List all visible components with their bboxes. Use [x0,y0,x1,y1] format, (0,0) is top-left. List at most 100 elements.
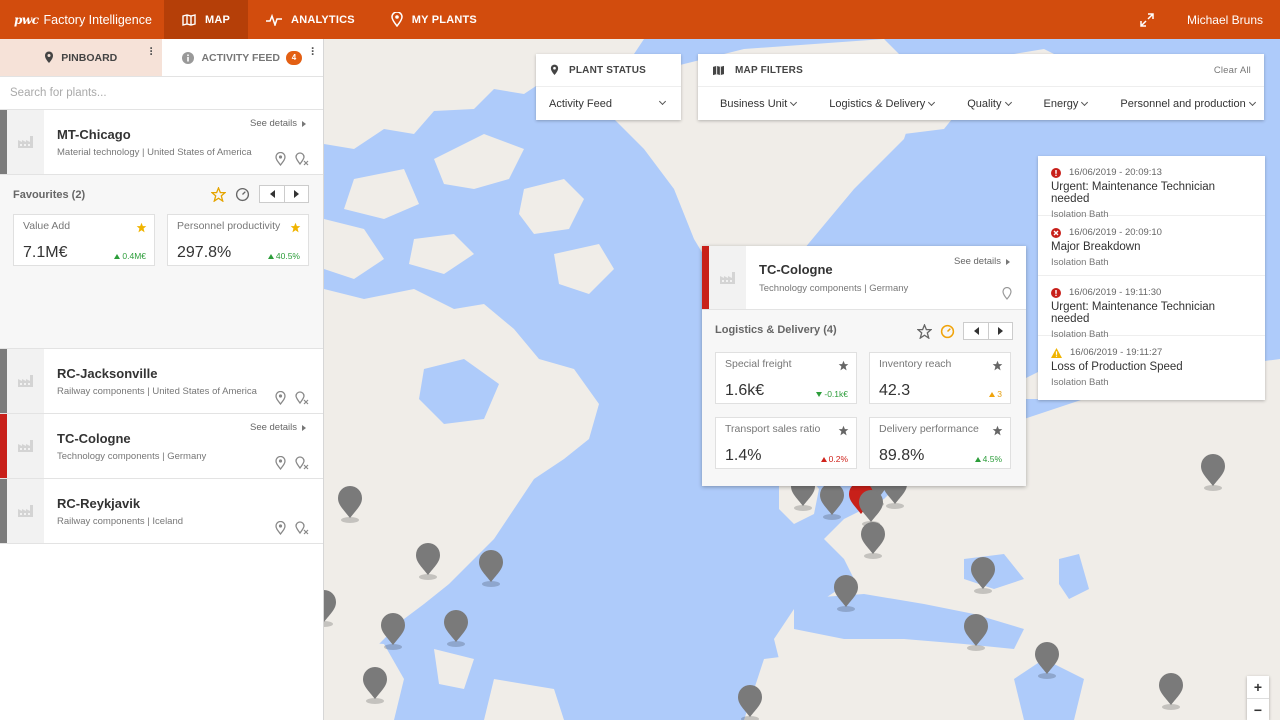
clear-all-button[interactable]: Clear All [1214,65,1251,76]
prev-button[interactable] [964,323,988,339]
see-details-link[interactable]: See details [250,118,306,129]
locate-pin-icon[interactable] [275,456,286,470]
kpi-card-transport-sales-ratio[interactable]: Transport sales ratio 1.4% 0.2% [715,417,857,469]
see-details-label: See details [953,256,1001,267]
locate-pin-icon[interactable] [275,391,286,405]
plant-search-input[interactable] [10,87,290,99]
trend-up-icon [989,391,996,397]
plant-item-rc-jacksonville[interactable]: RC-Jacksonville Railway components | Uni… [0,349,323,414]
user-name[interactable]: Michael Bruns [1187,13,1263,27]
kpi-card-special-freight[interactable]: Special freight 1.6k€ -0.1k€ [715,352,857,404]
factory-icon [709,246,746,309]
plant-popup-tc-cologne: TC-Cologne Technology components | Germa… [702,246,1026,486]
unpin-icon[interactable] [295,521,309,535]
gauge-icon[interactable] [235,187,250,202]
notifications-panel: 16/06/2019 - 20:09:13 Urgent: Maintenanc… [1038,156,1265,400]
plant-status-dropdown[interactable]: Activity Feed [536,87,681,120]
kpi-label: Transport sales ratio [725,423,821,435]
kpi-label: Inventory reach [879,358,952,370]
brand[interactable]: pwc Factory Intelligence [0,0,164,39]
star-filled-icon[interactable] [992,425,1003,436]
prev-button[interactable] [260,186,284,202]
kpi-delta: 3 [989,389,1002,399]
star-outline-icon[interactable] [211,186,226,202]
kpi-card-inventory-reach[interactable]: Inventory reach 42.3 3 [869,352,1011,404]
kpi-value: 42.3 [879,382,911,399]
filter-logistics-delivery[interactable]: Logistics & Delivery [829,98,936,110]
chevron-down-icon [790,98,798,106]
popup-plant-subtitle: Technology components | Germany [759,283,909,294]
zoom-out-button[interactable]: − [1247,698,1269,720]
plant-item-mt-chicago[interactable]: MT-Chicago Material technology | United … [0,110,323,175]
nav-analytics[interactable]: ANALYTICS [248,0,373,39]
star-filled-icon[interactable] [136,222,147,233]
plant-item-tc-cologne[interactable]: TC-Cologne Technology components | Germa… [0,414,323,479]
pulse-icon [266,13,283,26]
next-button[interactable] [988,323,1012,339]
favourites-pager [259,185,309,203]
notification-item[interactable]: 16/06/2019 - 19:11:27 Loss of Production… [1038,336,1265,396]
notification-plant: Isolation Bath [1051,257,1109,268]
pinboard-menu-icon[interactable]: · · · [150,42,154,60]
star-filled-icon[interactable] [838,360,849,371]
fullscreen-button[interactable] [1135,8,1159,32]
gauge-icon[interactable] [940,324,955,339]
chevron-down-icon [658,97,667,106]
plant-status-bar [0,479,7,543]
filter-business-unit[interactable]: Business Unit [720,98,798,110]
zoom-in-button[interactable]: + [1247,676,1269,698]
notification-item[interactable]: 16/06/2019 - 19:11:30 Urgent: Maintenanc… [1038,276,1265,340]
plant-status-selected: Activity Feed [549,97,612,110]
kpi-delta: 0.4M€ [114,251,146,261]
plant-subtitle: Material technology | United States of A… [57,147,252,158]
kpi-value: 1.4% [725,447,762,464]
see-details-label: See details [249,422,297,433]
app-name: Factory Intelligence [43,12,152,27]
kpi-delta-value: 0.2% [828,454,848,464]
kpi-delta: 40.5% [267,251,300,261]
plant-name: TC-Cologne [57,431,131,446]
nav-analytics-label: ANALYTICS [291,13,355,26]
see-details-link[interactable]: See details [250,422,306,433]
trend-down-icon [816,391,823,397]
filter-quality[interactable]: Quality [967,98,1012,110]
map-filters-panel: MAP FILTERS Clear All Business Unit Logi… [698,54,1264,120]
location-pin-outline-icon[interactable] [1002,287,1012,300]
kpi-label: Special freight [725,358,792,370]
unpin-icon[interactable] [295,391,309,405]
tab-activity-feed[interactable]: ACTIVITY FEED 4 · · · [161,39,323,76]
star-filled-icon[interactable] [992,360,1003,371]
error-x-icon [1051,227,1061,238]
filter-label: Personnel and production [1120,97,1246,110]
filter-energy[interactable]: Energy [1044,98,1089,110]
next-button[interactable] [284,186,308,202]
notification-message: Major Breakdown [1051,241,1141,253]
plant-item-rc-reykjavik[interactable]: RC-Reykjavik Railway components | Icelan… [0,479,323,544]
unpin-icon[interactable] [295,152,309,166]
kpi-delta: 0.2% [820,454,848,464]
plant-name: MT-Chicago [57,127,131,142]
filter-personnel-production[interactable]: Personnel and production [1120,97,1256,110]
kpi-card-value-add[interactable]: Value Add 7.1M€ 0.4M€ [13,214,155,266]
plant-name: RC-Reykjavik [57,496,141,511]
star-outline-icon[interactable] [917,323,932,339]
section-title: Logistics & Delivery (4) [715,324,837,336]
unpin-icon[interactable] [295,456,309,470]
kpi-card-delivery-performance[interactable]: Delivery performance 89.8% 4.5% [869,417,1011,469]
notification-item[interactable]: 16/06/2019 - 20:09:10 Major Breakdown Is… [1038,216,1265,276]
star-filled-icon[interactable] [838,425,849,436]
star-filled-icon[interactable] [290,222,301,233]
nav-map[interactable]: MAP [164,0,249,39]
chevron-down-icon [928,98,936,106]
nav-my-plants[interactable]: MY PLANTS [373,0,495,39]
locate-pin-icon[interactable] [275,521,286,535]
kpi-delta-value: -0.1k€ [824,389,848,399]
notification-item[interactable]: 16/06/2019 - 20:09:13 Urgent: Maintenanc… [1038,156,1265,220]
locate-pin-icon[interactable] [275,152,286,166]
plant-subtitle: Technology components | Germany [57,451,207,462]
tab-pinboard[interactable]: PINBOARD · · · [0,39,162,76]
activity-menu-icon[interactable]: · · · [311,42,315,60]
notification-time: 16/06/2019 - 20:09:13 [1069,167,1162,178]
kpi-card-personnel-productivity[interactable]: Personnel productivity 297.8% 40.5% [167,214,309,266]
see-details-link[interactable]: See details [954,256,1010,267]
